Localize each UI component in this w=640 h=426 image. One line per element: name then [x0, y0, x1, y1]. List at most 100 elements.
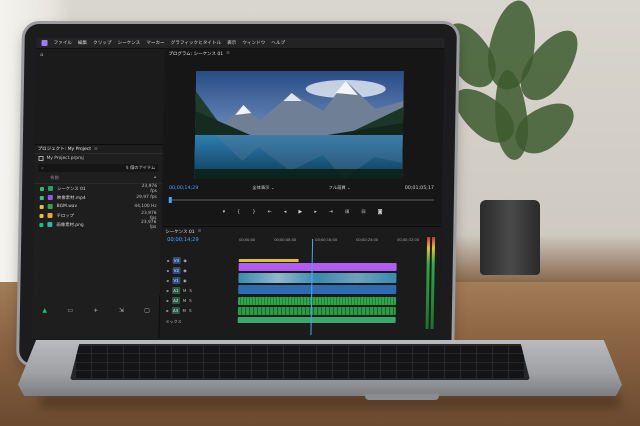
add-marker-icon[interactable]: ▾ [223, 209, 226, 215]
project-item[interactable]: 画像素材.png 23,976 fps [33, 220, 161, 230]
column-name-header[interactable]: 名前 [50, 175, 59, 181]
eye-icon[interactable]: ◉ [183, 268, 187, 273]
lock-icon[interactable]: ▪ [166, 288, 169, 293]
keyboard-key [124, 362, 140, 370]
solo-icon[interactable]: S [189, 298, 192, 303]
audio-clip-a1[interactable] [237, 297, 397, 305]
scrubber-playhead[interactable] [168, 197, 172, 203]
keyboard-key [332, 370, 348, 378]
lock-icon[interactable]: ▪ [166, 298, 169, 303]
play-icon[interactable]: ▶ [298, 209, 302, 215]
menu-edit[interactable]: 編集 [78, 40, 87, 46]
home-icon[interactable]: ⌂ [36, 49, 164, 61]
laptop-shadow [40, 394, 620, 408]
solo-icon[interactable]: S [189, 288, 192, 293]
fit-dropdown-label: 全体表示 [252, 186, 270, 191]
overwrite-icon[interactable]: ⊟ [361, 209, 365, 215]
insert-icon[interactable]: ⊞ [345, 209, 349, 215]
lock-icon[interactable]: ▪ [166, 308, 169, 313]
track-header-v2[interactable]: ▪ V2 ◉ [166, 265, 236, 275]
menu-help[interactable]: ヘルプ [271, 40, 285, 46]
video-clip[interactable] [238, 273, 397, 283]
keyboard-key [268, 370, 284, 378]
program-tab[interactable]: プログラム: シーケンス 01 ≡ [165, 49, 444, 58]
menu-file[interactable]: ファイル [53, 40, 71, 46]
project-tab[interactable]: プロジェクト: My Project ≡ [34, 145, 163, 154]
new-item-icon[interactable]: ▢ [144, 307, 150, 314]
audio-clip-a3[interactable] [237, 317, 396, 323]
timeline-timecode[interactable]: 00;00;14;29 [167, 237, 199, 243]
label-color-swatch[interactable] [39, 195, 44, 200]
keyboard-key [108, 362, 124, 370]
keyboard-key [460, 362, 476, 370]
label-color-swatch[interactable] [39, 204, 44, 209]
keyboard-key [284, 346, 300, 354]
quality-dropdown[interactable]: フル画質 ⌄ [328, 185, 350, 191]
ruler-tick: 00;00;16;00 [315, 238, 338, 242]
track-tag: A3 [171, 306, 180, 314]
selection-tool-icon[interactable]: ▲ [42, 307, 48, 314]
program-menu-icon[interactable]: ≡ [226, 51, 230, 56]
sequence-icon [47, 186, 54, 191]
step-back-icon[interactable]: ◂ [284, 209, 287, 215]
keyboard-key [348, 346, 364, 354]
keyboard-key [236, 370, 252, 378]
go-to-out-icon[interactable]: ⇥ [329, 209, 333, 215]
work-area-bar[interactable] [238, 259, 299, 262]
eye-icon[interactable]: ◉ [183, 258, 187, 263]
folder-icon[interactable]: ▭ [67, 307, 73, 314]
project-search[interactable]: ⌕ 5 個のアイテム [38, 164, 159, 172]
keyboard-key [172, 346, 188, 354]
timeline-menu-icon[interactable]: ≡ [198, 229, 202, 234]
current-timecode[interactable]: 00;00;14;29 [169, 186, 198, 191]
add-icon[interactable]: + [93, 307, 99, 314]
lock-icon[interactable]: ▪ [167, 268, 170, 273]
title-clip[interactable] [238, 263, 397, 271]
camera-icon[interactable]: ◙ [378, 209, 383, 215]
menu-window[interactable]: ウィンドウ [242, 40, 265, 46]
track-header-v1[interactable]: ▪ V1 ◉ [166, 275, 236, 285]
project-item[interactable]: 映像素材.mp4 29,97 fps [34, 193, 162, 202]
mark-in-icon[interactable]: { [237, 209, 240, 215]
mute-icon[interactable]: M [183, 288, 187, 293]
label-color-swatch[interactable] [39, 213, 44, 218]
lock-icon[interactable]: ▪ [167, 258, 170, 263]
menu-view[interactable]: 表示 [227, 40, 236, 46]
track-header-v3[interactable]: ▪ V3 ◉ [167, 255, 237, 265]
program-video-frame [194, 71, 405, 179]
video-clip-v1[interactable] [238, 285, 397, 294]
keyboard-key [236, 362, 252, 370]
mute-icon[interactable]: M [183, 308, 187, 313]
track-header-a1[interactable]: ▪ A1 M S [166, 285, 236, 295]
project-item-name: 画像素材.png [56, 222, 84, 228]
menu-sequence[interactable]: シーケンス [117, 40, 140, 46]
step-forward-icon[interactable]: ▸ [314, 209, 317, 215]
project-item-rate: 29,97 fps [136, 195, 157, 200]
go-to-in-icon[interactable]: ⇤ [268, 209, 272, 215]
lock-icon[interactable]: ▪ [166, 278, 169, 283]
keyboard-key [300, 346, 316, 354]
panel-menu-icon[interactable]: ≡ [94, 147, 98, 152]
timeline-ruler[interactable]: 00;00;00 00;00;08;00 00;00;16;00 00;00;2… [239, 238, 419, 246]
audio-clip-a2[interactable] [237, 307, 396, 315]
track-header-a2[interactable]: ▪ A2 M S [166, 295, 236, 305]
timeline-tab[interactable]: シーケンス 01 ≡ [162, 227, 441, 236]
solo-icon[interactable]: S [189, 308, 192, 313]
mute-icon[interactable]: M [183, 298, 187, 303]
keyboard-key [220, 346, 236, 354]
sort-chevron-icon[interactable]: ▴ [154, 175, 156, 181]
track-header-a3[interactable]: ▪ A3 M S [166, 305, 236, 315]
ripple-tool-icon[interactable]: ⇲ [118, 307, 124, 314]
eye-icon[interactable]: ◉ [183, 278, 187, 283]
menu-graphics[interactable]: グラフィックとタイトル [171, 40, 222, 46]
menu-clip[interactable]: クリップ [93, 40, 111, 46]
keyboard-key [268, 346, 284, 354]
keyboard-key [300, 370, 316, 378]
program-scrubber[interactable] [168, 197, 434, 203]
label-color-swatch[interactable] [39, 222, 44, 227]
project-item[interactable]: シーケンス 01 23,976 fps [34, 184, 162, 194]
menu-marker[interactable]: マーカー [146, 40, 164, 46]
label-color-swatch[interactable] [39, 186, 45, 191]
mark-out-icon[interactable]: } [252, 209, 255, 215]
fit-dropdown[interactable]: 全体表示 ⌄ [252, 185, 274, 191]
